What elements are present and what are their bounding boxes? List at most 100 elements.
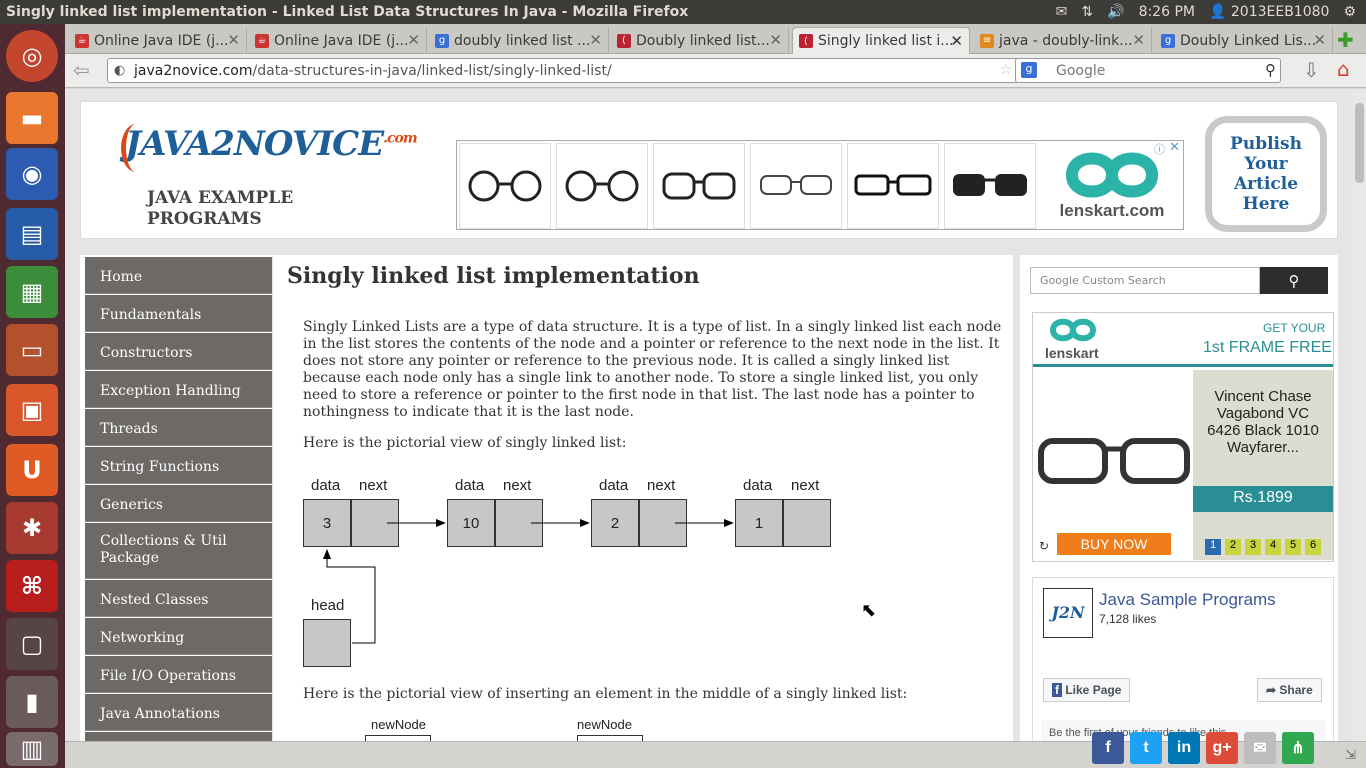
tab-bar: ☕ Online Java IDE (j... ✕ ☕ Online Java IDE… — [65, 24, 1366, 54]
url-bar[interactable]: ◐ java2novice.com/data-structures-in-jav… — [107, 58, 1073, 83]
close-icon[interactable]: ✕ — [950, 32, 963, 50]
ad-banner[interactable]: lenskart.com ⓘ ✕ — [456, 140, 1184, 230]
nav-item-constructors[interactable]: Constructors — [85, 333, 272, 370]
back-button[interactable]: ⇦ — [73, 58, 90, 82]
navigation-bar: ⇦ ◐ java2novice.com/data-structures-in-j… — [65, 54, 1366, 88]
vertical-scrollbar[interactable] — [1353, 89, 1366, 741]
buy-now-button[interactable]: BUY NOW — [1057, 533, 1171, 555]
close-icon[interactable]: ✕ — [1169, 140, 1180, 155]
tab-active[interactable]: (Singly linked list i... ✕ — [792, 27, 970, 54]
nav-item-threads[interactable]: Threads — [85, 409, 272, 446]
bookmark-star-icon[interactable]: ☆ — [999, 62, 1012, 78]
close-icon[interactable]: ✕ — [769, 31, 782, 49]
glasses-image[interactable] — [653, 143, 745, 229]
googleplus-share-icon[interactable]: g+ — [1206, 732, 1238, 764]
nav-item-more[interactable] — [85, 732, 272, 741]
ubuntu-one-icon[interactable]: U — [6, 444, 58, 496]
volume-icon[interactable]: 🔊 — [1107, 4, 1124, 20]
sidebar-ad[interactable]: lenskart GET YOUR 1st FRAME FREE Vincent… — [1032, 312, 1334, 562]
close-icon[interactable]: ✕ — [589, 31, 602, 49]
workspace-icon[interactable]: ▢ — [6, 618, 58, 670]
glasses-image[interactable] — [556, 143, 648, 229]
usb-icon[interactable]: ▮ — [6, 676, 58, 728]
ad-header: lenskart GET YOUR 1st FRAME FREE — [1033, 313, 1333, 367]
firefox-icon[interactable]: ◉ — [6, 148, 58, 200]
nav-item-fundamentals[interactable]: Fundamentals — [85, 295, 272, 332]
download-icon[interactable]: ⇩ — [1303, 58, 1320, 82]
ad-page-5[interactable]: 5 — [1285, 539, 1301, 555]
tab-7[interactable]: g Doubly Linked Lis... ✕ — [1155, 27, 1333, 54]
software-center-icon[interactable]: ▣ — [6, 384, 58, 436]
tab-4[interactable]: (Doubly linked list... ✕ — [611, 27, 789, 54]
trash-icon[interactable]: ▥ — [6, 732, 58, 766]
search-icon[interactable]: ⚲ — [1265, 61, 1276, 79]
site-logo[interactable]: JAVA2NOVICE.com — [125, 124, 418, 164]
search-button[interactable]: ⚲ — [1260, 267, 1328, 294]
sidebar-nav: Home Fundamentals Constructors Exception… — [80, 255, 272, 741]
nav-item-home[interactable]: Home — [85, 257, 272, 294]
files-icon[interactable]: ▬ — [6, 92, 58, 144]
sunglasses-image[interactable] — [944, 143, 1036, 229]
close-icon[interactable]: ✕ — [407, 31, 420, 49]
share-icon: ➦ — [1266, 683, 1277, 697]
home-icon[interactable]: ⌂ — [1337, 57, 1350, 81]
settings-icon[interactable]: ✱ — [6, 502, 58, 554]
network-icon[interactable]: ⇅ — [1081, 4, 1093, 20]
close-icon[interactable]: ✕ — [227, 31, 240, 49]
tab-1[interactable]: ☕ Online Java IDE (j... ✕ — [69, 27, 247, 54]
tab-2[interactable]: ☕ Online Java IDE (j... ✕ — [249, 27, 427, 54]
writer-icon[interactable]: ▤ — [6, 208, 58, 260]
nav-item-string-functions[interactable]: String Functions — [85, 447, 272, 484]
mouse-cursor-icon: ⬉ — [861, 600, 877, 621]
publish-article-badge[interactable]: Publish Your Article Here — [1205, 116, 1327, 232]
ad-page-4[interactable]: 4 — [1265, 539, 1281, 555]
scrollbar-thumb[interactable] — [1355, 103, 1364, 183]
nav-item-collections[interactable]: Collections & Util Package — [85, 523, 272, 579]
email-share-icon[interactable]: ✉ — [1244, 732, 1276, 764]
ad-page-1[interactable]: 1 — [1205, 539, 1221, 555]
nav-item-file-io[interactable]: File I/O Operations — [85, 656, 272, 693]
page-avatar[interactable]: J2N — [1043, 588, 1093, 638]
nav-item-java-annotations[interactable]: Java Annotations — [85, 694, 272, 731]
user-name: 2013EEB1080 — [1230, 4, 1330, 20]
custom-search-input[interactable]: Google Custom Search — [1030, 267, 1260, 294]
ad-page-3[interactable]: 3 — [1245, 539, 1261, 555]
tab-label: Singly linked list i... — [818, 33, 954, 49]
nav-item-exception-handling[interactable]: Exception Handling — [85, 371, 272, 408]
calc-icon[interactable]: ▦ — [6, 266, 58, 318]
nav-item-generics[interactable]: Generics — [85, 485, 272, 522]
user-menu[interactable]: 👤 2013EEB1080 — [1209, 4, 1329, 20]
ubuntu-icon[interactable]: ◎ — [6, 30, 58, 82]
glasses-image[interactable] — [459, 143, 551, 229]
adchoices-icon[interactable]: ⓘ — [1154, 141, 1165, 157]
close-icon[interactable]: ✕ — [1132, 31, 1145, 49]
glasses-image[interactable] — [750, 143, 842, 229]
nav-item-nested-classes[interactable]: Nested Classes — [85, 580, 272, 617]
acrobat-icon[interactable]: ⌘ — [6, 560, 58, 612]
tab-3[interactable]: g doubly linked list ... ✕ — [429, 27, 609, 54]
nav-item-networking[interactable]: Networking — [85, 618, 272, 655]
share-button[interactable]: ➦ Share — [1257, 678, 1322, 702]
ad-page-6[interactable]: 6 — [1305, 539, 1321, 555]
linkedin-share-icon[interactable]: in — [1168, 732, 1200, 764]
clock[interactable]: 8:26 PM — [1139, 4, 1195, 20]
tab-6[interactable]: ≡ java - doubly-link... ✕ — [974, 27, 1152, 54]
facebook-share-icon[interactable]: f — [1092, 732, 1124, 764]
tab-label: Online Java IDE (j... — [94, 32, 229, 49]
mail-icon[interactable]: ✉ — [1056, 4, 1068, 20]
java-favicon-icon: ☕ — [255, 33, 269, 48]
like-page-button[interactable]: f Like Page — [1043, 678, 1131, 702]
twitter-share-icon[interactable]: t — [1130, 732, 1162, 764]
impress-icon[interactable]: ▭ — [6, 324, 58, 376]
share-more-icon[interactable]: ⋔ — [1282, 732, 1314, 764]
resize-grip-icon[interactable]: ⇲ — [1345, 748, 1356, 763]
ad-refresh-icon[interactable]: ↻ — [1039, 539, 1049, 553]
new-tab-button[interactable]: ✚ — [1337, 28, 1354, 52]
glasses-image[interactable] — [847, 143, 939, 229]
gear-icon[interactable]: ⚙ — [1343, 4, 1356, 20]
search-input[interactable]: g Google ⚲ — [1015, 58, 1281, 83]
ad-page-2[interactable]: 2 — [1225, 539, 1241, 555]
site-favicon-icon: ( — [617, 33, 631, 48]
fb-page-name[interactable]: Java Sample Programs — [1099, 590, 1276, 610]
close-icon[interactable]: ✕ — [1313, 31, 1326, 49]
